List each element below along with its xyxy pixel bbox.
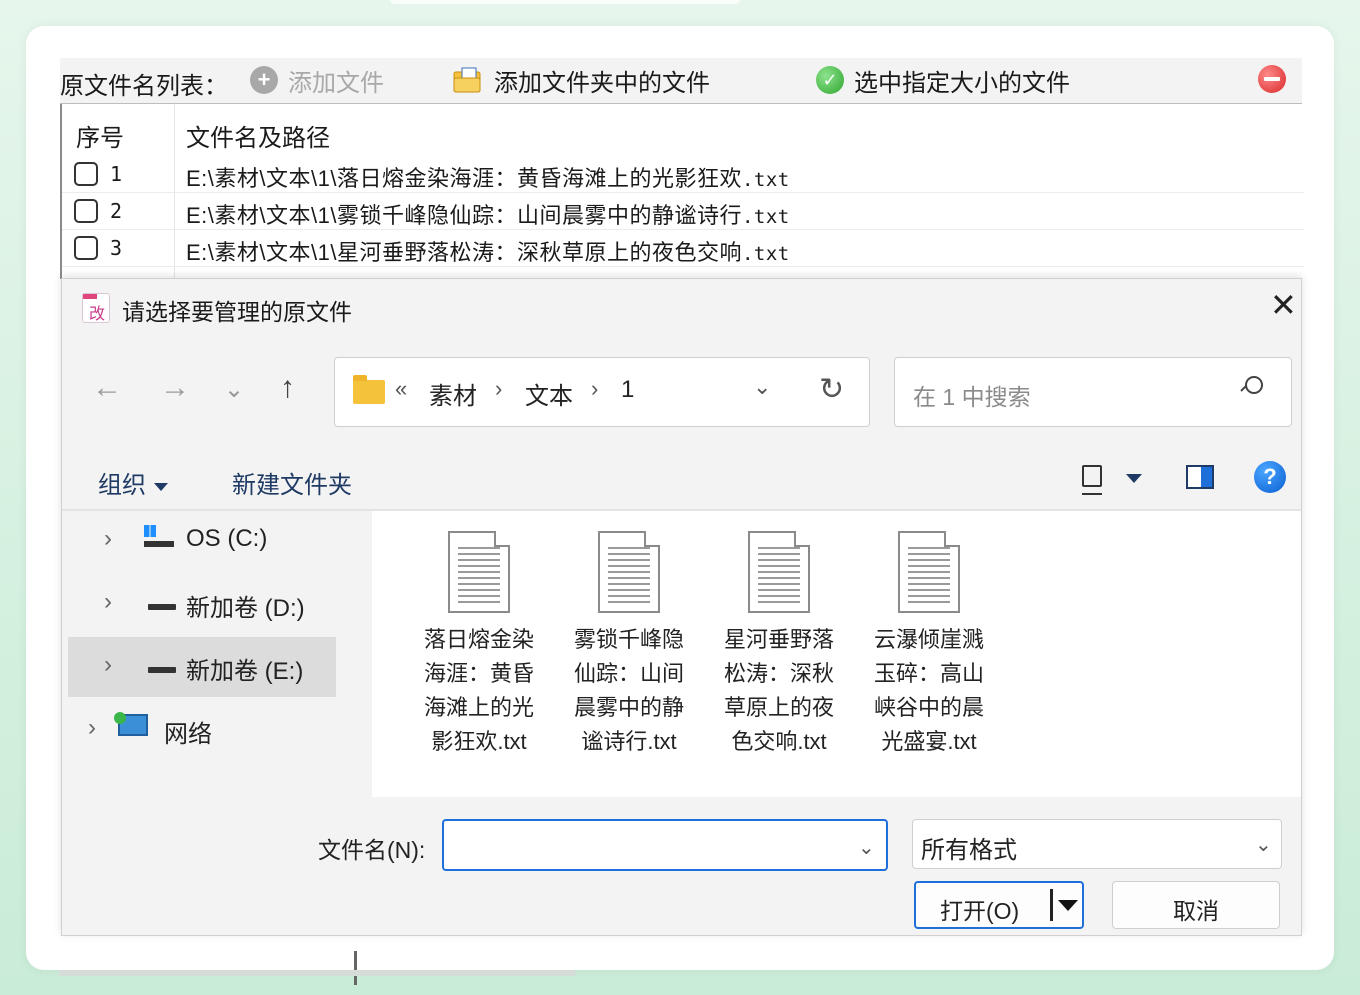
tree-item-d-drive[interactable]: › 新加卷 (D:): [68, 574, 336, 634]
top-tab: [390, 0, 740, 4]
os-drive-icon: [144, 525, 176, 549]
drive-icon: [148, 667, 176, 673]
tree-item-label: OS (C:): [186, 525, 268, 552]
breadcrumb-item[interactable]: 素材: [429, 376, 477, 411]
cancel-button[interactable]: 取消: [1112, 881, 1280, 929]
drive-icon: [148, 604, 176, 610]
add-file-label: 添加文件: [288, 69, 384, 97]
caret-down-icon: [154, 482, 168, 491]
row-index: 1: [110, 162, 123, 186]
expand-arrow-icon[interactable]: ›: [104, 525, 112, 553]
breadcrumb-item[interactable]: 1: [621, 376, 634, 404]
tree-item-label: 新加卷 (D:): [186, 595, 305, 622]
address-bar[interactable]: « 素材 › 文本 › 1 ⌄ ↻: [334, 357, 870, 427]
table-row[interactable]: 3 E:\素材\文本\1\星河垂野落松涛：深秋草原上的夜色交响.txt: [62, 230, 1304, 267]
add-folder-label: 添加文件夹中的文件: [494, 69, 710, 97]
file-list-label: 原文件名列表：: [60, 73, 228, 100]
tree-item-label: 新加卷 (E:): [186, 658, 304, 685]
search-box[interactable]: 在 1 中搜索: [894, 357, 1292, 427]
table-row[interactable]: 1 E:\素材\文本\1\落日熔金染海涯：黄昏海滩上的光影狂欢.txt: [62, 156, 1304, 193]
navigation-pane: › OS (C:) › 新加卷 (D:) › 新加卷 (E:) › 网络: [62, 511, 370, 985]
search-icon[interactable]: [1239, 376, 1263, 398]
file-name: 星河垂野落松涛：深秋草原上的夜色交响.txt: [723, 627, 834, 754]
header-index: 序号: [76, 125, 124, 152]
text-file-icon: [598, 531, 660, 613]
row-index: 3: [110, 236, 123, 260]
new-folder-button[interactable]: 新建文件夹: [232, 465, 352, 500]
text-file-icon: [898, 531, 960, 613]
add-folder-button[interactable]: 添加文件夹中的文件: [452, 62, 710, 98]
split-divider: [1050, 889, 1053, 921]
open-options-arrow-icon[interactable]: [1058, 900, 1078, 911]
expand-arrow-icon[interactable]: ›: [104, 588, 112, 616]
row-path: E:\素材\文本\1\雾锁千峰隐仙踪：山间晨雾中的静谧诗行.txt: [186, 203, 790, 228]
search-placeholder: 在 1 中搜索: [913, 384, 1031, 410]
row-checkbox[interactable]: [74, 199, 98, 223]
open-button[interactable]: 打开(O): [914, 881, 1084, 929]
file-table: 序号 文件名及路径 1 E:\素材\文本\1\落日熔金染海涯：黄昏海滩上的光影狂…: [60, 104, 1304, 279]
breadcrumb-item[interactable]: 文本: [525, 376, 573, 411]
row-checkbox[interactable]: [74, 162, 98, 186]
filename-input[interactable]: [442, 819, 888, 871]
close-icon[interactable]: ✕: [1270, 289, 1297, 321]
table-row[interactable]: 2 E:\素材\文本\1\雾锁千峰隐仙踪：山间晨雾中的静谧诗行.txt: [62, 193, 1304, 230]
organize-menu[interactable]: 组织: [98, 465, 168, 500]
breadcrumb-overflow[interactable]: «: [395, 376, 407, 402]
row-checkbox[interactable]: [74, 236, 98, 260]
folder-icon: [353, 375, 385, 404]
filename-label: 文件名(N):: [318, 837, 426, 863]
tree-item-e-drive[interactable]: › 新加卷 (E:): [68, 637, 336, 697]
file-list-toolbar: 原文件名列表： + 添加文件 添加文件夹中的文件 ✓ 选中指定大小的文件: [60, 58, 1302, 104]
select-by-size-button[interactable]: ✓ 选中指定大小的文件: [816, 62, 1070, 98]
add-file-button[interactable]: + 添加文件: [250, 62, 384, 98]
file-type-select[interactable]: 所有格式 ⌄: [912, 819, 1282, 869]
preview-pane-icon[interactable]: [1186, 465, 1214, 489]
breadcrumb-separator: ›: [591, 376, 599, 401]
expand-arrow-icon[interactable]: ›: [104, 651, 112, 679]
row-path: E:\素材\文本\1\落日熔金染海涯：黄昏海滩上的光影狂欢.txt: [186, 166, 790, 191]
file-name: 落日熔金染海涯：黄昏海滩上的光影狂欢.txt: [423, 627, 534, 754]
cancel-button-label: 取消: [1173, 898, 1219, 924]
expand-arrow-icon[interactable]: ›: [88, 714, 96, 742]
refresh-icon[interactable]: ↻: [819, 372, 844, 407]
chevron-down-icon[interactable]: ⌄: [858, 835, 875, 860]
back-arrow-icon[interactable]: ←: [92, 371, 122, 405]
network-icon: [114, 710, 148, 740]
tree-item-network[interactable]: › 网络: [52, 700, 320, 760]
breadcrumb-separator: ›: [495, 376, 503, 401]
recent-locations-icon[interactable]: ⌄: [224, 375, 244, 404]
file-view: 落日熔金染海涯：黄昏海滩上的光影狂欢.txt 雾锁千峰隐仙踪：山间晨雾中的静谧诗…: [372, 511, 1301, 797]
up-arrow-icon[interactable]: ↑: [280, 371, 295, 405]
forward-arrow-icon[interactable]: →: [160, 371, 190, 405]
scrollbar[interactable]: [354, 951, 357, 985]
open-file-dialog: 改 请选择要管理的原文件 ✕ ← → ⌄ ↑ « 素材 › 文本 › 1 ⌄ ↻…: [61, 278, 1302, 985]
text-file-icon: [448, 531, 510, 613]
file-type-value: 所有格式: [921, 837, 1017, 864]
file-name: 云瀑倾崖溅玉碎：高山峡谷中的晨光盛宴.txt: [873, 627, 984, 754]
app-icon: 改: [82, 293, 110, 323]
view-options-caret-icon[interactable]: [1126, 474, 1142, 483]
row-path: E:\素材\文本\1\星河垂野落松涛：深秋草原上的夜色交响.txt: [186, 240, 790, 265]
dialog-title: 请选择要管理的原文件: [122, 299, 352, 325]
check-circle-icon: ✓: [816, 66, 844, 94]
open-button-label: 打开(O): [940, 898, 1020, 924]
file-name: 雾锁千峰隐仙踪：山间晨雾中的静谧诗行.txt: [573, 627, 684, 754]
horizontal-scrollbar[interactable]: [58, 970, 576, 976]
help-icon[interactable]: ?: [1254, 461, 1286, 493]
select-by-size-label: 选中指定大小的文件: [854, 69, 1070, 97]
row-index: 2: [110, 199, 123, 223]
folder-add-icon: [453, 67, 481, 93]
chevron-down-icon[interactable]: ⌄: [753, 374, 771, 400]
text-file-icon: [748, 531, 810, 613]
tree-item-label: 网络: [164, 721, 212, 748]
remove-circle-icon[interactable]: [1258, 65, 1286, 93]
chevron-down-icon: ⌄: [1255, 834, 1272, 856]
view-mode-icon[interactable]: [1082, 465, 1102, 495]
tree-item-c-drive[interactable]: › OS (C:): [68, 511, 336, 571]
add-circle-icon: +: [250, 66, 278, 94]
header-path: 文件名及路径: [186, 125, 330, 152]
